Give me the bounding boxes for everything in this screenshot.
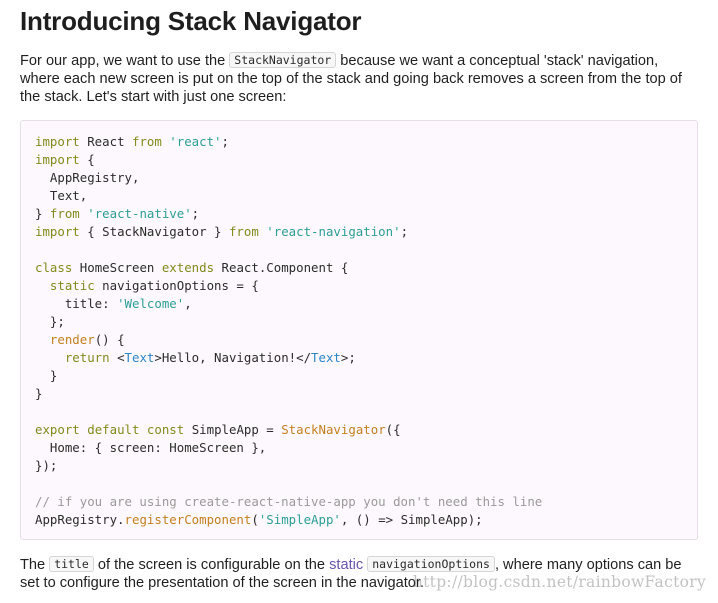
code-token: Text — [124, 350, 155, 365]
inline-code-title: title — [49, 556, 94, 572]
code-line: } — [35, 367, 697, 385]
code-token: >Hello, Navigation!</ — [154, 350, 312, 365]
code-line: class HomeScreen extends React.Component… — [35, 259, 697, 277]
watermark: http://blog.csdn.net/rainbowFactory — [412, 573, 706, 591]
code-token: StackNavigator — [281, 422, 386, 437]
page-title: Introducing Stack Navigator — [20, 6, 362, 36]
code-line: render() { — [35, 331, 697, 349]
code-line: import React from 'react'; — [35, 133, 697, 151]
code-token: SimpleApp = — [184, 422, 282, 437]
code-token: title: — [35, 296, 118, 311]
code-token: static — [49, 278, 95, 293]
code-token: } — [35, 368, 58, 383]
code-token: 'react' — [169, 134, 222, 149]
code-token: render — [49, 332, 95, 347]
code-line: return <Text>Hello, Navigation!</Text>; — [35, 349, 697, 367]
intro-paragraph: For our app, we want to use the StackNav… — [20, 52, 700, 106]
code-token: } — [35, 386, 43, 401]
code-token: export — [35, 422, 80, 437]
code-token: 'SimpleApp' — [258, 512, 341, 527]
code-line: AppRegistry, — [35, 169, 697, 187]
code-token: from — [49, 206, 80, 221]
code-line: } from 'react-native'; — [35, 205, 697, 223]
code-token: React.Component { — [214, 260, 349, 275]
code-line: } — [35, 385, 697, 403]
inline-code-navigationoptions: navigationOptions — [367, 556, 495, 572]
code-line: AppRegistry.registerComponent('SimpleApp… — [35, 511, 697, 529]
code-token: , () => SimpleApp); — [340, 512, 483, 527]
code-token: navigationOptions = { — [94, 278, 259, 293]
code-token: Text — [311, 350, 341, 365]
code-token: default — [87, 422, 140, 437]
code-line: // if you are using create-react-native-… — [35, 493, 697, 511]
code-line: Text, — [35, 187, 697, 205]
static-link[interactable]: static — [329, 557, 363, 573]
code-token: class — [35, 260, 73, 275]
code-token: 'Welcome' — [117, 296, 185, 311]
code-token: ; — [191, 206, 200, 221]
code-line: static navigationOptions = { — [35, 277, 697, 295]
code-line: export default const SimpleApp = StackNa… — [35, 421, 697, 439]
code-token: // if you are using create-react-native-… — [35, 494, 543, 509]
code-token: from — [228, 224, 259, 239]
code-token: ; — [400, 224, 409, 239]
code-token: from — [131, 134, 162, 149]
code-token: ({ — [385, 422, 401, 437]
inline-code-stacknavigator: StackNavigator — [229, 52, 337, 68]
code-token: AppRegistry, — [35, 170, 140, 185]
code-line: }); — [35, 457, 697, 475]
code-token: import — [35, 134, 80, 149]
code-token: { — [79, 152, 95, 167]
code-token: 'react-native' — [87, 206, 192, 221]
code-token: return — [64, 350, 110, 365]
code-token: Home: { screen: HomeScreen }, — [35, 440, 267, 455]
code-token: import — [35, 152, 80, 167]
intro-text-before: For our app, we want to use the — [20, 53, 230, 69]
code-token: < — [109, 350, 125, 365]
outro-text-mid: of the screen is configurable on the — [93, 557, 330, 573]
code-block: import React from 'react'; import { AppRe… — [20, 120, 698, 540]
code-line: }; — [35, 313, 697, 331]
code-token: , — [184, 296, 192, 311]
code-token: AppRegistry. — [35, 512, 125, 527]
code-token: extends — [161, 260, 215, 275]
code-token: >; — [340, 350, 356, 365]
code-line: Home: { screen: HomeScreen }, — [35, 439, 697, 457]
code-token: } — [35, 206, 50, 221]
code-token: ; — [221, 134, 229, 149]
code-token: }); — [35, 458, 58, 473]
code-token: }; — [35, 314, 65, 329]
code-token: registerComponent — [124, 512, 252, 527]
code-token: 'react-navigation' — [266, 224, 401, 239]
outro-text-the: The — [20, 557, 50, 573]
code-token: ( — [251, 512, 259, 527]
code-token: const — [146, 422, 185, 437]
code-token: Text, — [35, 188, 88, 203]
code-token: { StackNavigator } — [79, 224, 229, 239]
code-line: import { — [35, 151, 697, 169]
code-token: HomeScreen — [72, 260, 162, 275]
code-line: import { StackNavigator } from 'react-na… — [35, 223, 697, 241]
code-token: React — [79, 134, 132, 149]
code-token: () { — [94, 332, 125, 347]
code-token: import — [35, 224, 80, 239]
code-line: title: 'Welcome', — [35, 295, 697, 313]
